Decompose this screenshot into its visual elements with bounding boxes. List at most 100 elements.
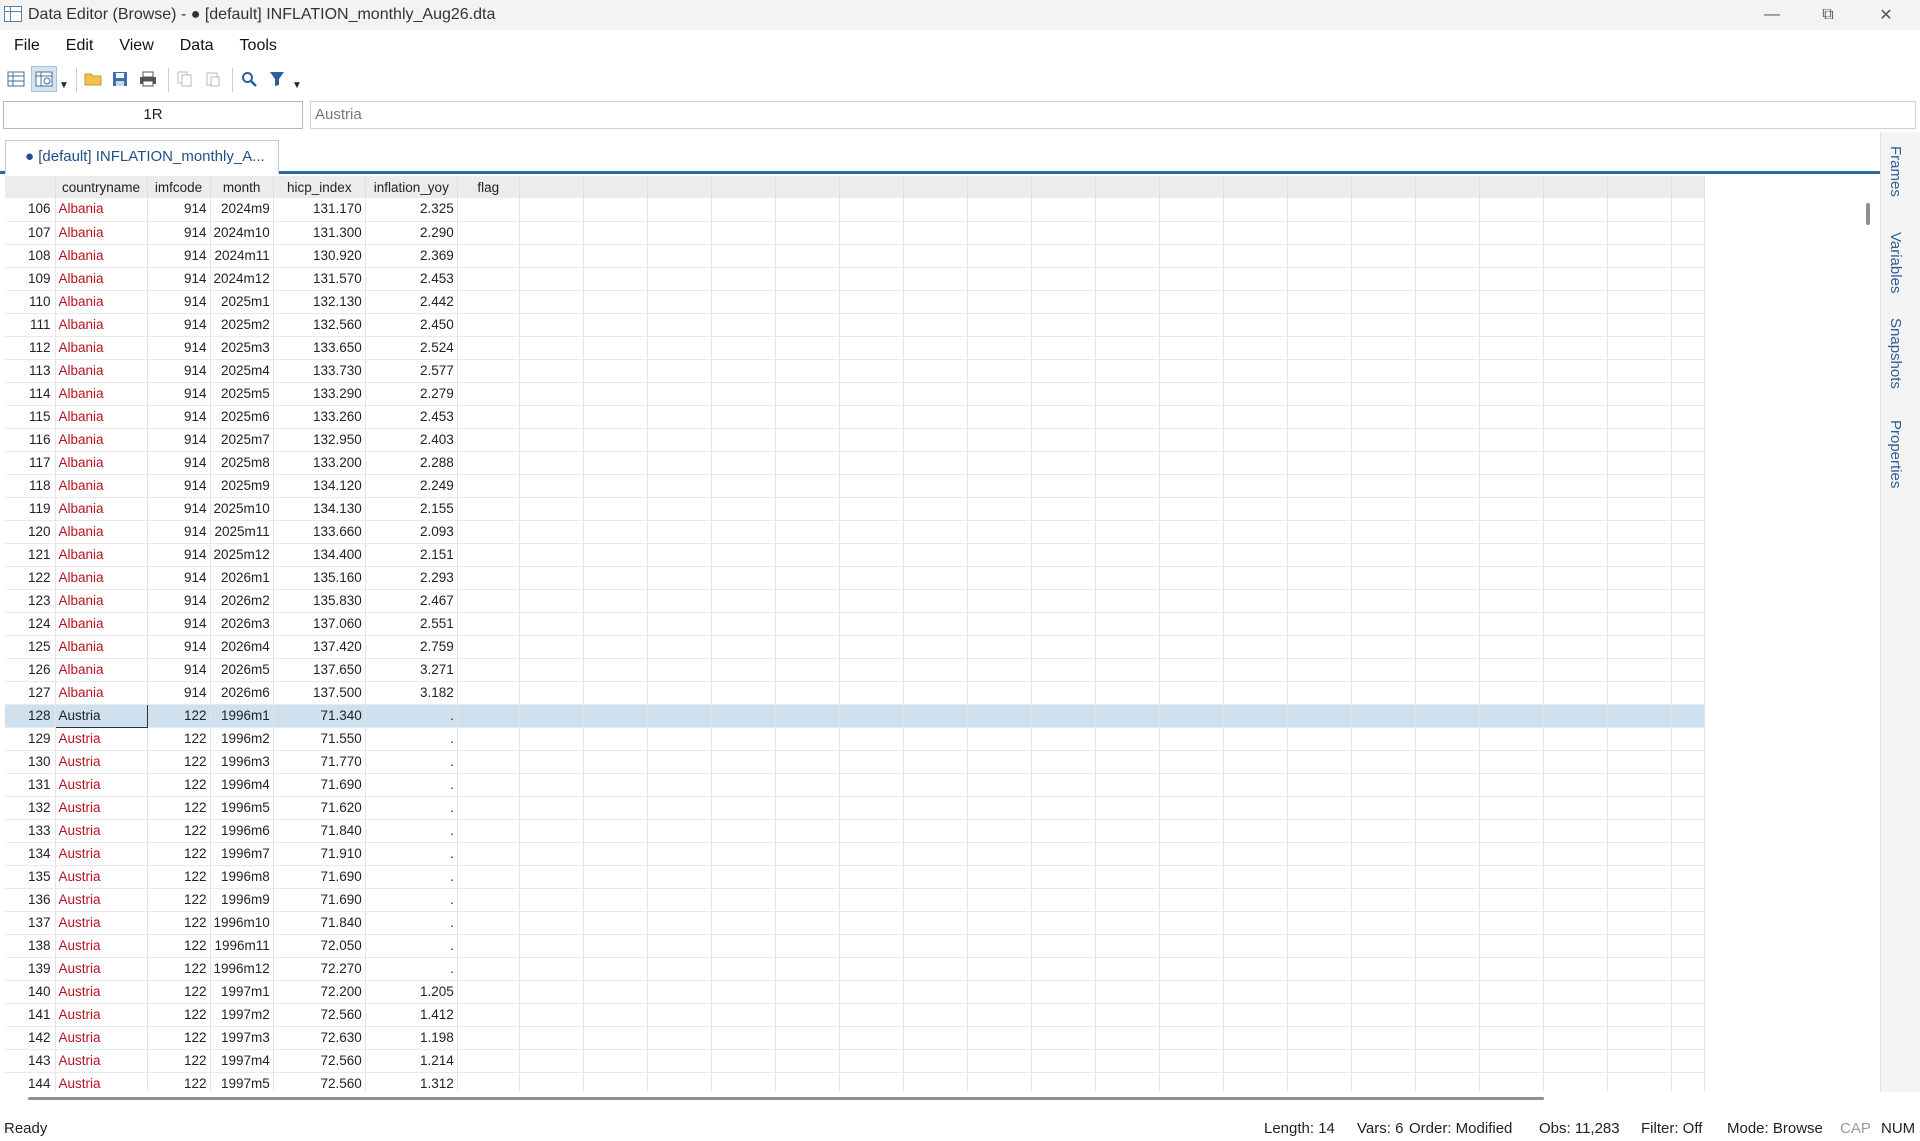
cell-countryname[interactable]: Albania xyxy=(55,428,148,452)
cell-hicp-index[interactable]: 133.660 xyxy=(273,520,366,544)
cell-month[interactable]: 2025m3 xyxy=(210,336,274,360)
cell-countryname[interactable]: Austria xyxy=(54,703,148,728)
restore-button[interactable]: ⧉ xyxy=(1800,0,1856,30)
cell-flag[interactable] xyxy=(457,566,520,590)
cell-imfcode[interactable]: 914 xyxy=(147,451,211,475)
data-grid[interactable]: countryname imfcode month hicp_index inf… xyxy=(5,176,1859,1091)
menu-tools[interactable]: Tools xyxy=(240,37,277,55)
cell-month[interactable]: 2025m5 xyxy=(210,382,274,406)
cell-month[interactable]: 1996m5 xyxy=(210,796,274,820)
row-number[interactable]: 125 xyxy=(5,635,56,659)
cell-imfcode[interactable]: 122 xyxy=(147,842,211,866)
column-header-countryname[interactable]: countryname xyxy=(55,176,148,198)
table-row[interactable]: 134 Austria 122 1996m7 71.910. xyxy=(5,842,1705,866)
cell-flag[interactable] xyxy=(457,589,520,613)
cell-hicp-index[interactable]: 71.910 xyxy=(273,842,366,866)
cell-imfcode[interactable]: 914 xyxy=(147,290,211,314)
cell-imfcode[interactable]: 122 xyxy=(147,727,211,751)
cell-hicp-index[interactable]: 134.120 xyxy=(273,474,366,498)
cell-month[interactable]: 2025m9 xyxy=(210,474,274,498)
row-number[interactable]: 117 xyxy=(5,451,56,475)
cell-inflation-yoy[interactable]: 2.403 xyxy=(365,428,458,452)
table-row[interactable]: 126 Albania 914 2026m5 137.650 3.271 xyxy=(5,658,1705,682)
cell-hicp-index[interactable]: 137.060 xyxy=(273,612,366,636)
cell-month[interactable]: 2024m12 xyxy=(210,267,274,291)
cell-month[interactable]: 2025m6 xyxy=(210,405,274,429)
cell-imfcode[interactable]: 914 xyxy=(147,474,211,498)
cell-inflation-yoy[interactable]: . xyxy=(365,842,458,866)
cell-countryname[interactable]: Albania xyxy=(55,520,148,544)
row-number[interactable]: 142 xyxy=(5,1026,56,1050)
cell-imfcode[interactable]: 914 xyxy=(147,612,211,636)
cell-countryname[interactable]: Austria xyxy=(55,773,148,797)
cell-inflation-yoy[interactable]: 3.182 xyxy=(365,681,458,705)
cell-hicp-index[interactable]: 131.300 xyxy=(273,221,366,245)
table-row[interactable]: 142 Austria 122 1997m3 72.630 1.198 xyxy=(5,1026,1705,1050)
cell-flag[interactable] xyxy=(457,267,520,291)
cell-imfcode[interactable]: 122 xyxy=(147,911,211,935)
cell-imfcode[interactable]: 122 xyxy=(147,750,211,774)
cell-month[interactable]: 2025m4 xyxy=(210,359,274,383)
table-row[interactable]: 109 Albania 914 2024m12 131.570 2.453 xyxy=(5,267,1705,291)
table-row[interactable]: 110 Albania 914 2025m1 132.130 2.442 xyxy=(5,290,1705,314)
column-header-hicp-index[interactable]: hicp_index xyxy=(273,176,366,198)
cell-imfcode[interactable]: 122 xyxy=(147,1026,211,1050)
cell-countryname[interactable]: Albania xyxy=(55,543,148,567)
save-icon[interactable] xyxy=(107,66,133,92)
cell-hicp-index[interactable]: 72.270 xyxy=(273,957,366,981)
cell-imfcode[interactable]: 122 xyxy=(147,888,211,912)
cell-inflation-yoy[interactable]: 2.551 xyxy=(365,612,458,636)
vertical-scrollbar-thumb[interactable] xyxy=(1866,203,1870,225)
cell-inflation-yoy[interactable]: 2.279 xyxy=(365,382,458,406)
cell-countryname[interactable]: Albania xyxy=(55,451,148,475)
cell-hicp-index[interactable]: 132.130 xyxy=(273,290,366,314)
cell-flag[interactable] xyxy=(457,520,520,544)
cell-hicp-index[interactable]: 71.690 xyxy=(273,865,366,889)
cell-countryname[interactable]: Albania xyxy=(55,198,148,222)
cell-countryname[interactable]: Albania xyxy=(55,589,148,613)
row-number[interactable]: 119 xyxy=(5,497,56,521)
cell-hicp-index[interactable]: 137.500 xyxy=(273,681,366,705)
row-number[interactable]: 110 xyxy=(5,290,56,314)
cell-countryname[interactable]: Austria xyxy=(55,750,148,774)
cell-inflation-yoy[interactable]: 2.288 xyxy=(365,451,458,475)
minimize-button[interactable]: — xyxy=(1744,0,1800,30)
cell-inflation-yoy[interactable]: 2.524 xyxy=(365,336,458,360)
cell-countryname[interactable]: Austria xyxy=(55,1072,148,1091)
row-number[interactable]: 124 xyxy=(5,612,56,636)
cell-hicp-index[interactable]: 72.560 xyxy=(273,1003,366,1027)
cell-hicp-index[interactable]: 131.170 xyxy=(273,198,366,222)
cell-month[interactable]: 2026m4 xyxy=(210,635,274,659)
table-row[interactable]: 111 Albania 914 2025m2 132.560 2.450 xyxy=(5,313,1705,337)
cell-flag[interactable] xyxy=(457,773,520,797)
row-number[interactable]: 132 xyxy=(5,796,56,820)
cell-hicp-index[interactable]: 72.630 xyxy=(273,1026,366,1050)
cell-flag[interactable] xyxy=(457,244,520,268)
cell-hicp-index[interactable]: 133.260 xyxy=(273,405,366,429)
cell-imfcode[interactable]: 122 xyxy=(147,980,211,1004)
corner-cell[interactable] xyxy=(5,176,56,198)
row-number[interactable]: 141 xyxy=(5,1003,56,1027)
table-row[interactable]: 135 Austria 122 1996m8 71.690. xyxy=(5,865,1705,889)
cell-imfcode[interactable]: 122 xyxy=(147,1072,211,1091)
cell-month[interactable]: 2026m5 xyxy=(210,658,274,682)
cell-imfcode[interactable]: 122 xyxy=(147,1049,211,1073)
row-number[interactable]: 133 xyxy=(5,819,56,843)
cell-countryname[interactable]: Albania xyxy=(55,359,148,383)
cell-imfcode[interactable]: 914 xyxy=(147,543,211,567)
cell-flag[interactable] xyxy=(457,382,520,406)
cell-month[interactable]: 1997m1 xyxy=(210,980,274,1004)
cell-countryname[interactable]: Austria xyxy=(55,819,148,843)
row-number[interactable]: 107 xyxy=(5,221,56,245)
cell-inflation-yoy[interactable]: 2.450 xyxy=(365,313,458,337)
find-icon[interactable] xyxy=(236,66,262,92)
cell-flag[interactable] xyxy=(457,704,520,728)
cell-flag[interactable] xyxy=(457,842,520,866)
cell-hicp-index[interactable]: 137.420 xyxy=(273,635,366,659)
cell-countryname[interactable]: Austria xyxy=(55,1026,148,1050)
cell-imfcode[interactable]: 914 xyxy=(147,428,211,452)
cell-flag[interactable] xyxy=(457,543,520,567)
cell-flag[interactable] xyxy=(457,865,520,889)
cell-hicp-index[interactable]: 72.200 xyxy=(273,980,366,1004)
cell-countryname[interactable]: Albania xyxy=(55,612,148,636)
